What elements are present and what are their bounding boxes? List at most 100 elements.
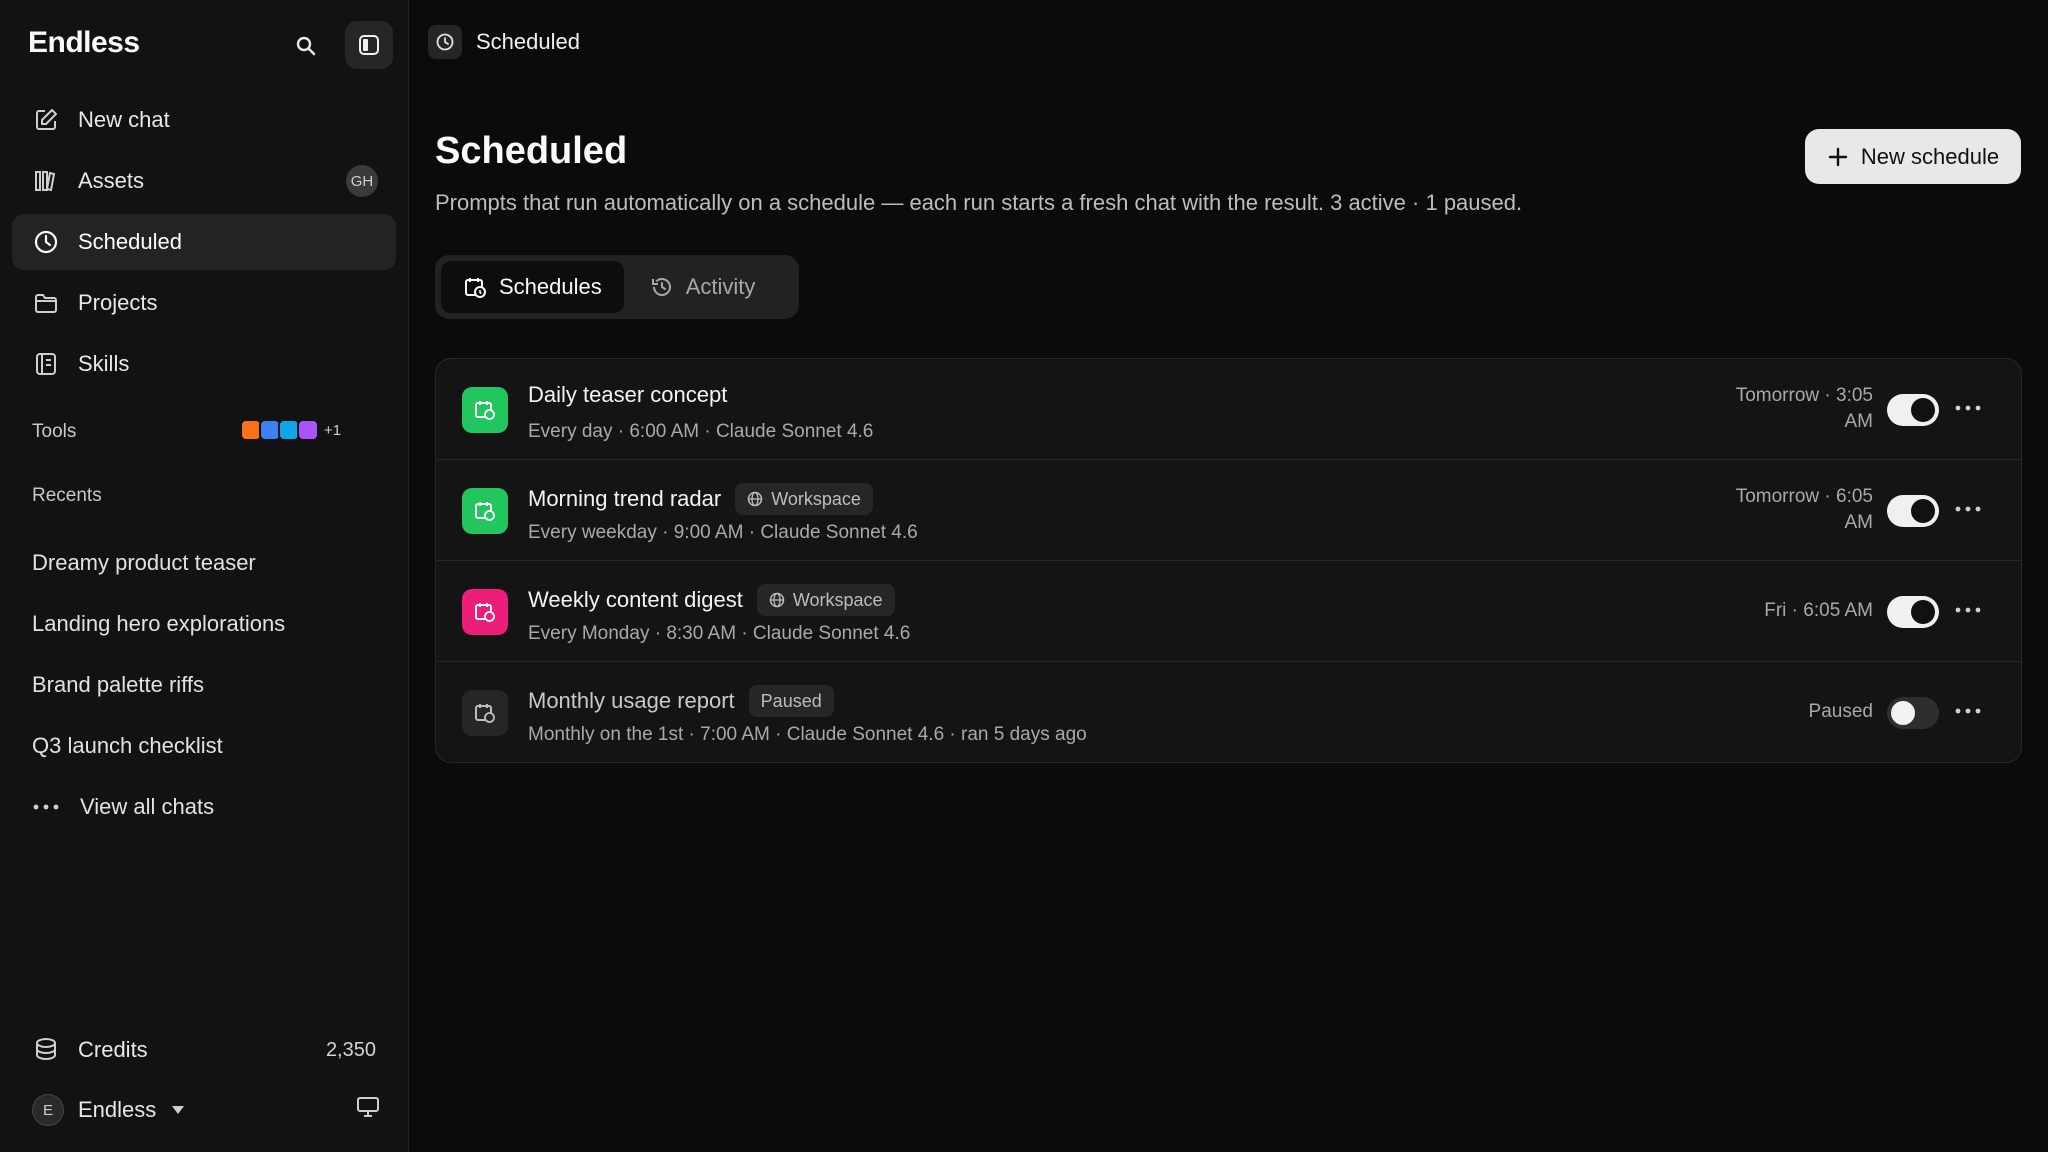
- search-button[interactable]: [288, 28, 324, 64]
- workspace-tag: Workspace: [735, 483, 873, 515]
- history-icon: [651, 278, 671, 296]
- schedule-row[interactable]: Morning trend radar Workspace Every week…: [436, 460, 2021, 561]
- main-nav: New chat Assets GH Scheduled Projects Sk…: [12, 92, 396, 397]
- workspace-badge: GH: [346, 165, 378, 197]
- paused-tag: Paused: [748, 685, 834, 717]
- ellipsis-icon: [1955, 405, 1981, 411]
- schedule-name: Weekly content digest: [528, 587, 743, 612]
- credits[interactable]: Credits 2,350: [32, 1030, 376, 1070]
- more-options-button[interactable]: [1953, 696, 1983, 726]
- more-options-button[interactable]: [1953, 393, 1983, 423]
- recent-chat[interactable]: Landing hero explorations: [32, 593, 285, 654]
- schedule-toggle[interactable]: [1887, 495, 1939, 527]
- account-menu[interactable]: E Endless: [32, 1090, 380, 1130]
- schedule-row[interactable]: Monthly usage report Paused Monthly on t…: [436, 662, 2021, 762]
- nav-item-projects[interactable]: Projects: [12, 275, 396, 331]
- toggle-knob: [1911, 398, 1935, 422]
- tools-label: Tools: [32, 421, 77, 442]
- next-run: Fri · 6:05 AM: [1703, 598, 1873, 624]
- workspace-tag: Workspace: [756, 584, 895, 616]
- calendar-clock-icon: [462, 387, 508, 433]
- tag-label: Workspace: [792, 589, 883, 610]
- schedule-title: Morning trend radar Workspace: [528, 483, 873, 515]
- schedule-toggle[interactable]: [1887, 697, 1939, 729]
- tools-connected[interactable]: +1: [240, 419, 341, 441]
- schedule-details: Every Monday · 8:30 AM · Claude Sonnet 4…: [528, 623, 911, 644]
- nav-label: Scheduled: [78, 229, 182, 254]
- globe-icon: [769, 592, 785, 608]
- tag-label: Paused: [760, 690, 822, 711]
- nav-item-skills[interactable]: Skills: [12, 336, 396, 392]
- schedule-row[interactable]: Daily teaser concept Every day · 6:00 AM…: [436, 359, 2021, 460]
- tools-count: +1: [324, 421, 342, 439]
- view-all-chats[interactable]: View all chats: [32, 776, 285, 837]
- nav-label: Skills: [78, 351, 130, 376]
- schedule-row[interactable]: Weekly content digest Workspace Every Mo…: [436, 561, 2021, 662]
- collapse-sidebar-button[interactable]: [345, 21, 393, 69]
- video-tool-icon: [297, 419, 319, 441]
- next-run-line: AM: [1844, 512, 1874, 533]
- next-run: Tomorrow · 3:05 AM: [1703, 383, 1873, 435]
- next-run-line: Paused: [1808, 701, 1873, 722]
- recent-chat[interactable]: Brand palette riffs: [32, 654, 285, 715]
- folder-icon: [32, 289, 60, 317]
- schedule-toggle[interactable]: [1887, 596, 1939, 628]
- credits-label: Credits: [78, 1037, 148, 1062]
- new-schedule-button[interactable]: New schedule: [1805, 129, 2021, 184]
- schedule-list: Daily teaser concept Every day · 6:00 AM…: [435, 358, 2022, 763]
- recents-label: Recents: [32, 485, 102, 506]
- toggle-knob: [1891, 701, 1915, 725]
- skills-icon: [32, 350, 60, 378]
- tab-label: Schedules: [499, 274, 602, 299]
- clock-icon: [32, 228, 60, 256]
- ellipsis-icon: [1955, 708, 1981, 714]
- breadcrumb: Scheduled: [428, 25, 580, 59]
- nav-label: New chat: [78, 107, 170, 132]
- edit-icon: [32, 106, 60, 134]
- nav-item-new-chat[interactable]: New chat: [12, 92, 396, 148]
- more-options-button[interactable]: [1953, 494, 1983, 524]
- nav-label: Projects: [78, 290, 158, 315]
- schedule-title: Monthly usage report Paused: [528, 685, 834, 717]
- toggle-knob: [1911, 600, 1935, 624]
- credits-value: 2,350: [325, 1038, 376, 1061]
- schedule-name: Daily teaser concept: [528, 382, 728, 407]
- sidebar-toggle-icon: [359, 35, 379, 55]
- nav-label: Assets: [78, 168, 145, 193]
- tab-activity[interactable]: Activity: [628, 261, 778, 313]
- view-tabs: Schedules Activity: [435, 255, 799, 319]
- more-options-button[interactable]: [1953, 595, 1983, 625]
- calendar-clock-icon: [462, 488, 508, 534]
- schedule-name: Monthly usage report: [528, 688, 735, 713]
- calendar-clock-icon: [462, 690, 508, 736]
- page-title: Scheduled: [435, 130, 628, 172]
- monitor-icon[interactable]: [356, 1096, 380, 1124]
- tab-label: Activity: [685, 274, 756, 299]
- avatar: E: [32, 1094, 64, 1126]
- new-schedule-label: New schedule: [1860, 143, 2000, 169]
- schedule-title: Weekly content digest Workspace: [528, 584, 895, 616]
- schedule-name: Morning trend radar: [528, 486, 722, 511]
- tab-schedules[interactable]: Schedules: [441, 261, 624, 313]
- toggle-knob: [1911, 499, 1935, 523]
- recent-chat[interactable]: Dreamy product teaser: [32, 532, 285, 593]
- recent-chat[interactable]: Q3 launch checklist: [32, 715, 285, 776]
- next-run-line: AM: [1844, 411, 1874, 432]
- next-run-line: Fri · 6:05 AM: [1764, 600, 1873, 621]
- schedule-details: Every day · 6:00 AM · Claude Sonnet 4.6: [528, 421, 874, 442]
- next-run: Paused: [1703, 699, 1873, 725]
- account-name: Endless: [78, 1097, 157, 1122]
- brand-logo: Endless: [28, 26, 140, 59]
- schedule-toggle[interactable]: [1887, 394, 1939, 426]
- plus-icon: [1828, 147, 1848, 166]
- coins-icon: [36, 1038, 56, 1061]
- tag-label: Workspace: [771, 488, 861, 509]
- search-icon: [296, 36, 316, 56]
- nav-item-scheduled[interactable]: Scheduled: [12, 214, 396, 270]
- next-run: Tomorrow · 6:05 AM: [1703, 484, 1873, 536]
- nav-item-assets[interactable]: Assets GH: [12, 153, 396, 209]
- recents-list: Dreamy product teaser Landing hero explo…: [32, 532, 285, 837]
- schedule-details: Monthly on the 1st · 7:00 AM · Claude So…: [528, 724, 1087, 745]
- calendar-clock-icon: [465, 278, 486, 298]
- view-all-label: View all chats: [80, 793, 215, 819]
